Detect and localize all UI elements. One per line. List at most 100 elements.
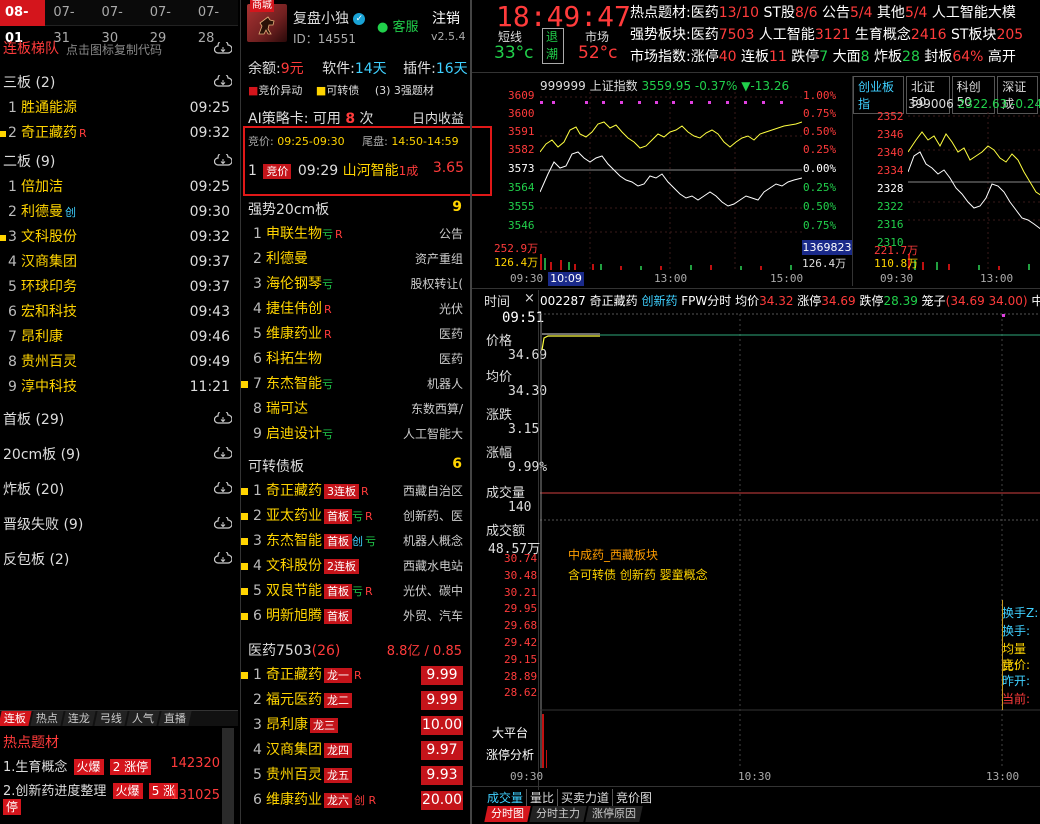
- row-index: 4: [253, 742, 262, 758]
- sector-stock-row[interactable]: 2 福元医药 龙二 9.99: [241, 688, 469, 713]
- row-index: 5: [253, 583, 262, 599]
- tab-bid-chart[interactable]: 竞价图: [613, 789, 655, 806]
- legend: ■竞价异动 ■可转债 (3) 3强题材: [248, 82, 468, 98]
- hot-topics-line[interactable]: 热点题材:医药13/10 ST股8/6 公告5/4 其他5/4 人工智能大模: [630, 2, 1016, 22]
- ladder-row[interactable]: 1 胜通能源 09:25: [0, 96, 238, 121]
- strong-sectors-line[interactable]: 强势板块:医药7503 人工智能3121 生育概念2416 ST板块205: [630, 24, 1023, 44]
- row-index: 5: [8, 279, 17, 295]
- ladder-row[interactable]: 1 倍加洁 09:25: [0, 175, 238, 200]
- service-button[interactable]: ● 客服: [377, 16, 419, 35]
- stock-row[interactable]: 1 申联生物亏 R 公告: [241, 222, 469, 247]
- ladder-row[interactable]: 5 环球印务 09:37: [0, 275, 238, 300]
- group-header[interactable]: 二板 (9): [3, 151, 55, 171]
- row-index: 2: [8, 125, 17, 141]
- tab-gongxian[interactable]: 弓线: [94, 711, 128, 726]
- intraday-return-label[interactable]: 日内收益: [412, 108, 464, 127]
- market-index-line[interactable]: 市场指数:涨停40 连板11 跌停7 大面8 炸板28 封板64% 高开: [630, 46, 1016, 66]
- stock-row[interactable]: 9 启迪设计亏 人工智能大: [241, 422, 469, 447]
- close-icon[interactable]: ×: [524, 291, 535, 306]
- group-header[interactable]: 炸板 (20): [3, 479, 64, 499]
- group-header[interactable]: 首板 (29): [3, 409, 64, 429]
- ladder-row[interactable]: 8 贵州百灵 09:49: [0, 350, 238, 375]
- cloud-download-icon[interactable]: [214, 154, 232, 166]
- group-header[interactable]: 晋级失败 (9): [3, 514, 83, 534]
- tab-volume[interactable]: 成交量: [484, 789, 528, 806]
- account-info: 余额:9元 软件:14天 插件:16天: [248, 58, 468, 78]
- index1-chart[interactable]: [540, 92, 802, 270]
- group-header[interactable]: 20cm板 (9): [3, 444, 80, 464]
- news-segment: 2416: [910, 27, 947, 43]
- tab-lianban[interactable]: 连板: [0, 711, 32, 726]
- stock-row[interactable]: 5 双良节能 首板亏 R 光伏、碳中: [241, 579, 469, 604]
- detail-tab-time[interactable]: 时间: [484, 291, 510, 310]
- bond-mark: [241, 513, 248, 520]
- sector-stock-row[interactable]: 5 贵州百灵 龙五 9.93: [241, 763, 469, 788]
- stock-row[interactable]: 5 维康药业 R 医药: [241, 322, 469, 347]
- ladder-row[interactable]: 3 文科股份 09:32: [0, 225, 238, 250]
- tab-chinext[interactable]: 创业板指: [853, 76, 905, 114]
- sector-stock-row[interactable]: 4 汉商集团 龙四 9.97: [241, 738, 469, 763]
- group-header[interactable]: 反包板 (2): [3, 549, 69, 569]
- cloud-download-icon[interactable]: [214, 75, 232, 87]
- tab-redian[interactable]: 热点: [30, 711, 64, 726]
- group-header[interactable]: 三板 (2): [3, 72, 55, 92]
- date-tab-5[interactable]: 07-28: [190, 0, 238, 46]
- ladder-row[interactable]: 9 淳中科技 11:21: [0, 375, 238, 400]
- stock-row[interactable]: 6 明新旭腾 首板 外贸、汽车: [241, 604, 469, 629]
- stock-row[interactable]: 3 海伦钢琴亏 股权转让(: [241, 272, 469, 297]
- stock-row[interactable]: 4 文科股份 2连板 西藏水电站: [241, 554, 469, 579]
- date-tab-2[interactable]: 07-31: [45, 0, 93, 46]
- scrollbar[interactable]: [222, 728, 234, 824]
- sector-stock-row[interactable]: 3 昂利康 龙三 10.00: [241, 713, 469, 738]
- cloud-download-icon[interactable]: [214, 482, 232, 494]
- index2-code: 399006: [908, 97, 954, 111]
- big-platform-button[interactable]: 大平台: [492, 724, 528, 741]
- cloud-download-icon[interactable]: [214, 412, 232, 424]
- date-tab-1[interactable]: 08-01: [0, 0, 46, 46]
- sector-stock-row[interactable]: 6 维康药业 龙六创 R 20.00: [241, 788, 469, 813]
- stock-name-text: 汉商集团: [21, 254, 77, 270]
- limit-analysis-button[interactable]: 涨停分析: [486, 746, 534, 763]
- row-index: 1: [253, 226, 262, 242]
- hot-item[interactable]: 1.生育概念 火爆 2 涨停 142320: [3, 756, 235, 778]
- stock-row[interactable]: 3 东杰智能 首板创亏 机器人概念: [241, 529, 469, 554]
- date-tab-4[interactable]: 07-29: [142, 0, 190, 46]
- index2-chart[interactable]: [908, 112, 1040, 270]
- date-tab-3[interactable]: 07-30: [94, 0, 142, 46]
- tab-limit-reason[interactable]: 涨停原因: [585, 806, 643, 822]
- stock-row[interactable]: 4 捷佳伟创 R 光伏: [241, 297, 469, 322]
- index1-left-tick: 3582: [508, 143, 535, 156]
- cloud-download-icon[interactable]: [214, 552, 232, 564]
- sector-stock-row[interactable]: 1 奇正藏药 龙一 R 9.99: [241, 663, 469, 688]
- ai-pick-row[interactable]: 1 竞价 09:29 山河智能1成 3.65: [248, 160, 468, 182]
- stock-row[interactable]: 1 奇正藏药 3连板 R 西藏自治区: [241, 479, 469, 504]
- section-title: 可转债板: [248, 459, 304, 475]
- intraday-chart[interactable]: [540, 310, 1040, 768]
- tab-zhibo[interactable]: 直播: [158, 711, 192, 726]
- tab-main-force[interactable]: 分时主力: [529, 806, 587, 822]
- stock-row[interactable]: 7 东杰智能亏 机器人: [241, 372, 469, 397]
- cloud-download-icon[interactable]: [214, 42, 232, 54]
- strategy-panel: 商城 复盘小独 ✓ ID：14551 ● 客服 注销 v2.5.4 余额:9元 …: [240, 0, 492, 824]
- ladder-row[interactable]: 6 宏和科技 09:43: [0, 300, 238, 325]
- logout-button[interactable]: 注销: [432, 8, 460, 28]
- cloud-download-icon[interactable]: [214, 447, 232, 459]
- pct-change: 10.00: [421, 716, 463, 735]
- ladder-row[interactable]: 7 昂利康 09:46: [0, 325, 238, 350]
- stock-row[interactable]: 6 科拓生物 医药: [241, 347, 469, 372]
- stock-tag: R: [324, 328, 332, 341]
- ladder-row[interactable]: 2 利德曼创 09:30: [0, 200, 238, 225]
- tab-renqi[interactable]: 人气: [126, 711, 160, 726]
- stock-row[interactable]: 2 利德曼 资产重组: [241, 247, 469, 272]
- tab-buy-sell[interactable]: 买卖力道: [558, 789, 614, 806]
- tab-timeline[interactable]: 分时图: [484, 806, 531, 822]
- hot-item[interactable]: 2.创新药进度整理 火爆 5 涨 停 131025: [3, 780, 235, 816]
- stock-row[interactable]: 8 瑞可达 东数西算/: [241, 397, 469, 422]
- shop-tag[interactable]: 商城: [250, 0, 274, 12]
- cloud-download-icon[interactable]: [214, 517, 232, 529]
- stock-row[interactable]: 2 亚太药业 首板亏 R 创新药、医: [241, 504, 469, 529]
- tab-lianlong[interactable]: 连龙: [62, 711, 96, 726]
- ladder-row[interactable]: 2 奇正藏药 R 09:32: [0, 121, 238, 146]
- ladder-row[interactable]: 4 汉商集团 09:37: [0, 250, 238, 275]
- tab-volume-ratio[interactable]: 量比: [527, 789, 559, 806]
